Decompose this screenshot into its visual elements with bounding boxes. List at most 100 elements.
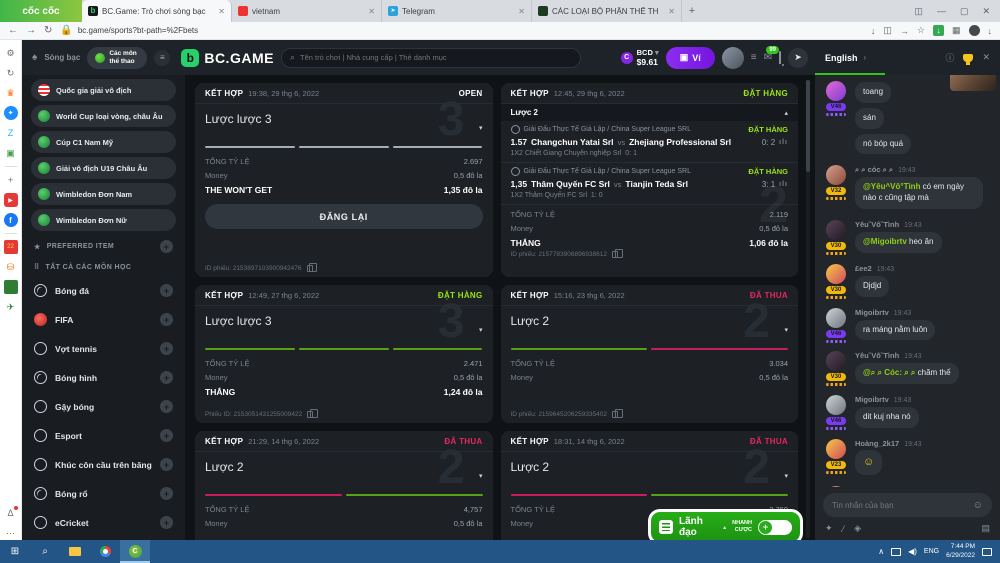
bcgame-logo[interactable]: b BC.GAME	[181, 49, 274, 67]
chat-username[interactable]: Migoibrtv	[855, 308, 889, 317]
games-icon[interactable]: ▣	[4, 146, 18, 160]
bet-card[interactable]: KẾT HỢP 12:49, 27 thg 6, 2022 ĐẶT HÀNG L…	[195, 285, 493, 423]
start-button[interactable]: ⊞	[0, 540, 30, 563]
profile-icon[interactable]	[969, 25, 980, 36]
sidebar-item-ice-hockey[interactable]: Khúc côn cầu trên băng +	[22, 450, 185, 479]
leaderboard-label[interactable]: Lãnh đạo	[679, 516, 717, 538]
sidebar-item-league[interactable]: Quốc gia giải vô địch	[31, 79, 176, 101]
chat-toggle-icon[interactable]: ➤	[788, 48, 808, 68]
zalo-icon[interactable]: Z	[4, 126, 18, 140]
expand-plus-icon[interactable]: +	[160, 429, 173, 442]
chat-username[interactable]: Migoibrtv	[855, 395, 889, 404]
sidebar-item-football[interactable]: Bóng đá +	[22, 276, 185, 305]
sidebar-item-league[interactable]: Wimbledon Đơn Nam	[31, 183, 176, 205]
taskbar-clock[interactable]: 7:44 PM 6/29/2022	[946, 543, 975, 559]
chat-message-input[interactable]	[832, 501, 968, 510]
search-input[interactable]	[300, 53, 572, 62]
translate-icon[interactable]: ◫	[883, 25, 892, 36]
all-sports-row[interactable]: ⠿ TẤT CẢ CÁC MÔN HỌC	[22, 258, 185, 276]
tab-close-icon[interactable]: ✕	[218, 7, 225, 16]
avatar[interactable]	[826, 264, 846, 284]
bet-card[interactable]: KẾT HỢP 19:38, 29 thg 6, 2022 OPEN Lược …	[195, 83, 493, 277]
extensions-icon[interactable]: ▦	[952, 25, 961, 36]
facebook-icon[interactable]: f	[4, 213, 18, 227]
bookmark-star-icon[interactable]: ☆	[917, 25, 925, 36]
chat-info-icon[interactable]: ⓘ	[945, 51, 954, 64]
chat-bubble[interactable]: ☺	[855, 450, 882, 475]
language-selector[interactable]: English	[825, 53, 858, 63]
bet-card[interactable]: KẾT HỢP 21:29, 14 thg 6, 2022 ĐÃ THUA Lư…	[195, 431, 493, 540]
coccoc-logo[interactable]: cốc cốc	[0, 0, 82, 22]
copy-icon[interactable]	[307, 265, 313, 272]
coccoc-taskbar-icon[interactable]: C	[120, 540, 150, 563]
chat-bubble[interactable]: dit kuj nha nó	[855, 407, 919, 428]
chat-bubble[interactable]: ra máng nằm luôn	[855, 320, 935, 341]
sidebar-item-basketball[interactable]: Bóng hình +	[22, 363, 185, 392]
casino-nav-label[interactable]: Sòng bạc	[44, 53, 80, 62]
reload-button[interactable]: ↻	[44, 25, 52, 36]
more-icon[interactable]: ⋯	[4, 526, 18, 540]
avatar[interactable]	[826, 351, 846, 371]
chat-username[interactable]: Hoàng_2k17	[855, 439, 899, 448]
sidebar-item-fifa[interactable]: FIFA +	[22, 305, 185, 334]
new-tab-button[interactable]: +	[682, 0, 702, 22]
tab-sports-parts[interactable]: CÁC LOẠI BỘ PHẬN THỂ TH ✕	[532, 0, 682, 22]
chat-bubble[interactable]: toang	[855, 82, 891, 103]
copy-icon[interactable]	[612, 251, 618, 258]
tab-close-icon[interactable]: ✕	[518, 7, 525, 16]
match-row[interactable]: Giải Đấu Thực Tế Giả Lập / China Super L…	[501, 121, 799, 163]
expand-plus-icon[interactable]: +	[160, 516, 173, 529]
avatar[interactable]	[826, 81, 846, 101]
wallet-button[interactable]: ▣ Ví	[666, 47, 715, 69]
chat-bubble[interactable]: sán	[855, 108, 884, 129]
avatar[interactable]	[826, 395, 846, 415]
scrollbar-thumb[interactable]	[806, 80, 810, 172]
rebet-button[interactable]: ĐĂNG LẠI	[205, 204, 483, 229]
chat-bubble[interactable]: Djdjd	[855, 276, 889, 297]
network-icon[interactable]	[891, 548, 901, 556]
history-icon[interactable]: ↻	[4, 66, 18, 80]
chat-username[interactable]: Yêu˘Vô˘Tình	[855, 220, 899, 229]
chat-bubble[interactable]: @Yêu^Vô°Tình có em ngày nào c cũng tập m…	[855, 177, 983, 209]
preferred-item-row[interactable]: ★ PREFERRED ITEM +	[22, 235, 185, 258]
split-screen-icon[interactable]: ◫	[914, 6, 923, 17]
crown-icon[interactable]: ♛	[4, 86, 18, 100]
add-shortcut-icon[interactable]: +	[4, 173, 18, 187]
stats-icon[interactable]: ılı	[779, 139, 788, 146]
tab-close-icon[interactable]: ✕	[368, 7, 375, 16]
tray-expand-icon[interactable]: ∧	[878, 547, 884, 556]
chat-username[interactable]: Yêu˘Vô˘Tình	[855, 351, 899, 360]
expand-plus-icon[interactable]: +	[160, 240, 173, 253]
tab-close-icon[interactable]: ✕	[668, 7, 675, 16]
avatar[interactable]	[826, 220, 846, 240]
input-language[interactable]: ENG	[924, 548, 939, 555]
bet-card[interactable]: KẾT HỢP 12:45, 29 thg 6, 2022 ĐẶT HÀNG L…	[501, 83, 799, 277]
moderation-icon[interactable]: ◈	[854, 523, 861, 534]
sidebar-item-volleyball[interactable]: Bóng rổ +	[22, 479, 185, 508]
shop-cart-icon[interactable]: ⛁	[4, 260, 18, 274]
file-explorer-icon[interactable]	[60, 540, 90, 563]
chat-bubble[interactable]: @Migoibrtv heo ăn	[855, 232, 942, 253]
avatar[interactable]	[826, 165, 846, 185]
expand-plus-icon[interactable]: +	[160, 342, 173, 355]
quick-bet-toggle[interactable]: +	[758, 520, 792, 535]
forward-button[interactable]: →	[26, 25, 36, 36]
url-text[interactable]: bc.game/sports?bt-path=%2Fbets	[78, 26, 198, 35]
chevron-down-icon[interactable]: ▾	[479, 124, 483, 132]
sidebar-item-ecricket[interactable]: eCricket +	[22, 508, 185, 537]
save-icon[interactable]: ↓	[871, 26, 876, 36]
search-bar[interactable]: ⌕	[281, 48, 581, 68]
expand-plus-icon[interactable]: +	[160, 313, 173, 326]
download-manager-icon[interactable]: ↓	[933, 25, 944, 36]
chrome-icon[interactable]	[90, 540, 120, 563]
emoji-picker-icon[interactable]: ☺	[973, 500, 983, 511]
bet-card[interactable]: KẾT HỢP 15:16, 23 thg 6, 2022 ĐÃ THUA Lư…	[501, 285, 799, 423]
share-icon[interactable]: →	[900, 26, 909, 36]
copy-icon[interactable]	[307, 411, 313, 418]
user-avatar[interactable]	[722, 47, 744, 69]
tet-promo-icon[interactable]: 22	[4, 240, 18, 254]
maximize-button[interactable]: ▢	[960, 6, 969, 17]
tab-telegram[interactable]: ➤ Telegram ✕	[382, 0, 532, 22]
match-row[interactable]: Giải Đấu Thực Tế Giả Lập / China Super L…	[501, 163, 799, 205]
volume-icon[interactable]: ◀)	[908, 547, 917, 556]
